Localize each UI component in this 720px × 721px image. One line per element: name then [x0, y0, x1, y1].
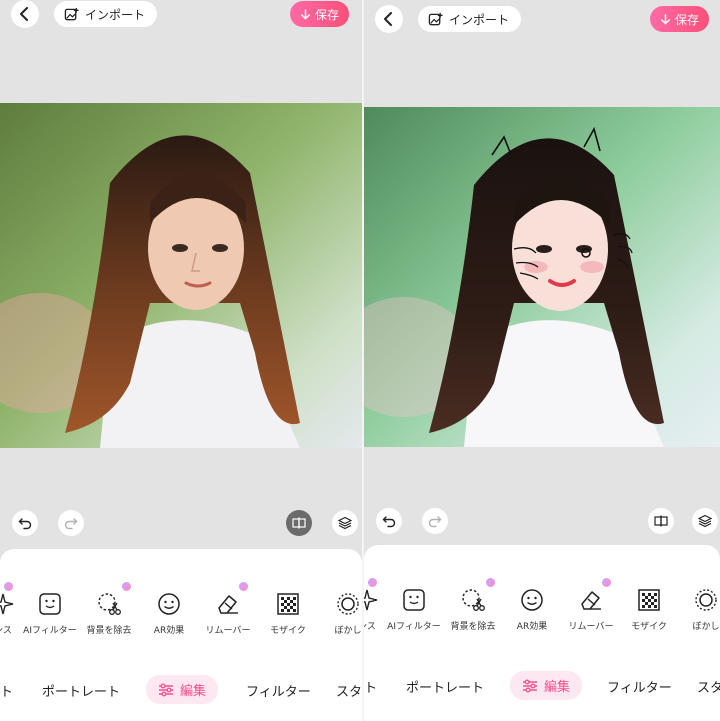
import-label: インポート [85, 7, 146, 22]
premium-gem-icon [367, 577, 378, 588]
layers-button[interactable] [692, 508, 718, 534]
nav-edit-label: 編集 [180, 684, 207, 699]
ai-face-icon [39, 593, 61, 615]
before-panel: インポート 保存 ス AIフィルター 背景を除去 AR効果 リムーバー モザイク… [0, 0, 362, 721]
compare-icon [292, 517, 306, 529]
download-arrow-icon [661, 13, 670, 25]
eraser-icon [581, 591, 601, 610]
layers-icon [338, 516, 352, 530]
import-button[interactable]: インポート [418, 6, 522, 32]
redo-button[interactable] [58, 510, 84, 536]
premium-gem-icon [238, 581, 249, 592]
compare-icon [654, 515, 668, 527]
tool-blur[interactable]: ぼかし [312, 589, 362, 636]
image-import-icon [428, 12, 443, 25]
smiley-icon [521, 589, 543, 611]
nav-filter[interactable]: フィルター [246, 681, 311, 700]
blur-icon [337, 593, 359, 615]
undo-button[interactable] [12, 510, 38, 536]
chevron-left-icon [384, 12, 392, 26]
undo-icon [382, 516, 396, 528]
layers-icon [698, 514, 712, 528]
undo-icon [18, 518, 32, 530]
back-button[interactable] [11, 0, 39, 28]
tool-label: ぼかし [692, 622, 720, 632]
import-button[interactable]: インポート [54, 1, 158, 27]
edited-photo [364, 107, 720, 447]
nav-start[interactable]: ト [0, 681, 13, 700]
edit-tools-sheet: ンス AIフィルター 背景を除去 AR効果 リムーバー モザイク ぼかし [0, 549, 362, 721]
eraser-icon [218, 595, 238, 614]
image-import-icon [64, 7, 79, 20]
nav-portrait[interactable]: ポートレート [42, 681, 120, 700]
download-arrow-icon [301, 8, 310, 20]
tool-blur[interactable]: ぼかし [670, 585, 720, 632]
tool-label: ぼかし [334, 626, 362, 636]
edit-tools-sheet: ンス AIフィルター 背景を除去 AR効果 リムーバー モザイク ぼかし [364, 545, 720, 721]
nav-edit[interactable]: 編集 [146, 675, 219, 704]
premium-gem-icon [485, 577, 496, 588]
nav-portrait[interactable]: ポートレート [406, 677, 484, 696]
save-button[interactable]: 保存 [650, 6, 710, 32]
import-label: インポート [449, 12, 510, 27]
premium-gem-icon [121, 581, 132, 592]
scissors-icon [462, 589, 485, 611]
blur-icon [695, 589, 717, 611]
nav-start[interactable]: ト [364, 677, 377, 696]
redo-icon [428, 516, 442, 528]
chevron-left-icon [20, 7, 28, 21]
nav-edit[interactable]: 編集 [510, 671, 583, 700]
redo-button[interactable] [422, 508, 448, 534]
after-panel: インポート 保存 ス AIフィルター 背景を除去 AR効果 リムーバー モザイク… [364, 0, 720, 721]
smiley-icon [158, 593, 180, 615]
nav-edit-label: 編集 [544, 680, 571, 695]
back-button[interactable] [375, 5, 403, 33]
nav-sticker[interactable]: スタ [336, 681, 362, 700]
sliders-icon [159, 683, 173, 696]
undo-button[interactable] [376, 508, 402, 534]
premium-gem-icon [601, 577, 612, 588]
original-photo [0, 103, 362, 448]
premium-gem-icon [3, 581, 14, 592]
ai-face-icon [403, 589, 425, 611]
compare-button[interactable] [286, 510, 312, 536]
redo-icon [64, 518, 78, 530]
save-label: 保存 [315, 7, 340, 22]
compare-button[interactable] [648, 508, 674, 534]
mosaic-icon [638, 589, 660, 611]
sliders-icon [523, 679, 537, 692]
nav-filter[interactable]: フィルター [607, 677, 672, 696]
nav-sticker[interactable]: スタ [697, 677, 720, 696]
save-button[interactable]: 保存 [290, 1, 350, 27]
layers-button[interactable] [332, 510, 358, 536]
scissors-icon [98, 593, 121, 615]
mosaic-icon [277, 593, 299, 615]
save-label: 保存 [675, 12, 700, 27]
